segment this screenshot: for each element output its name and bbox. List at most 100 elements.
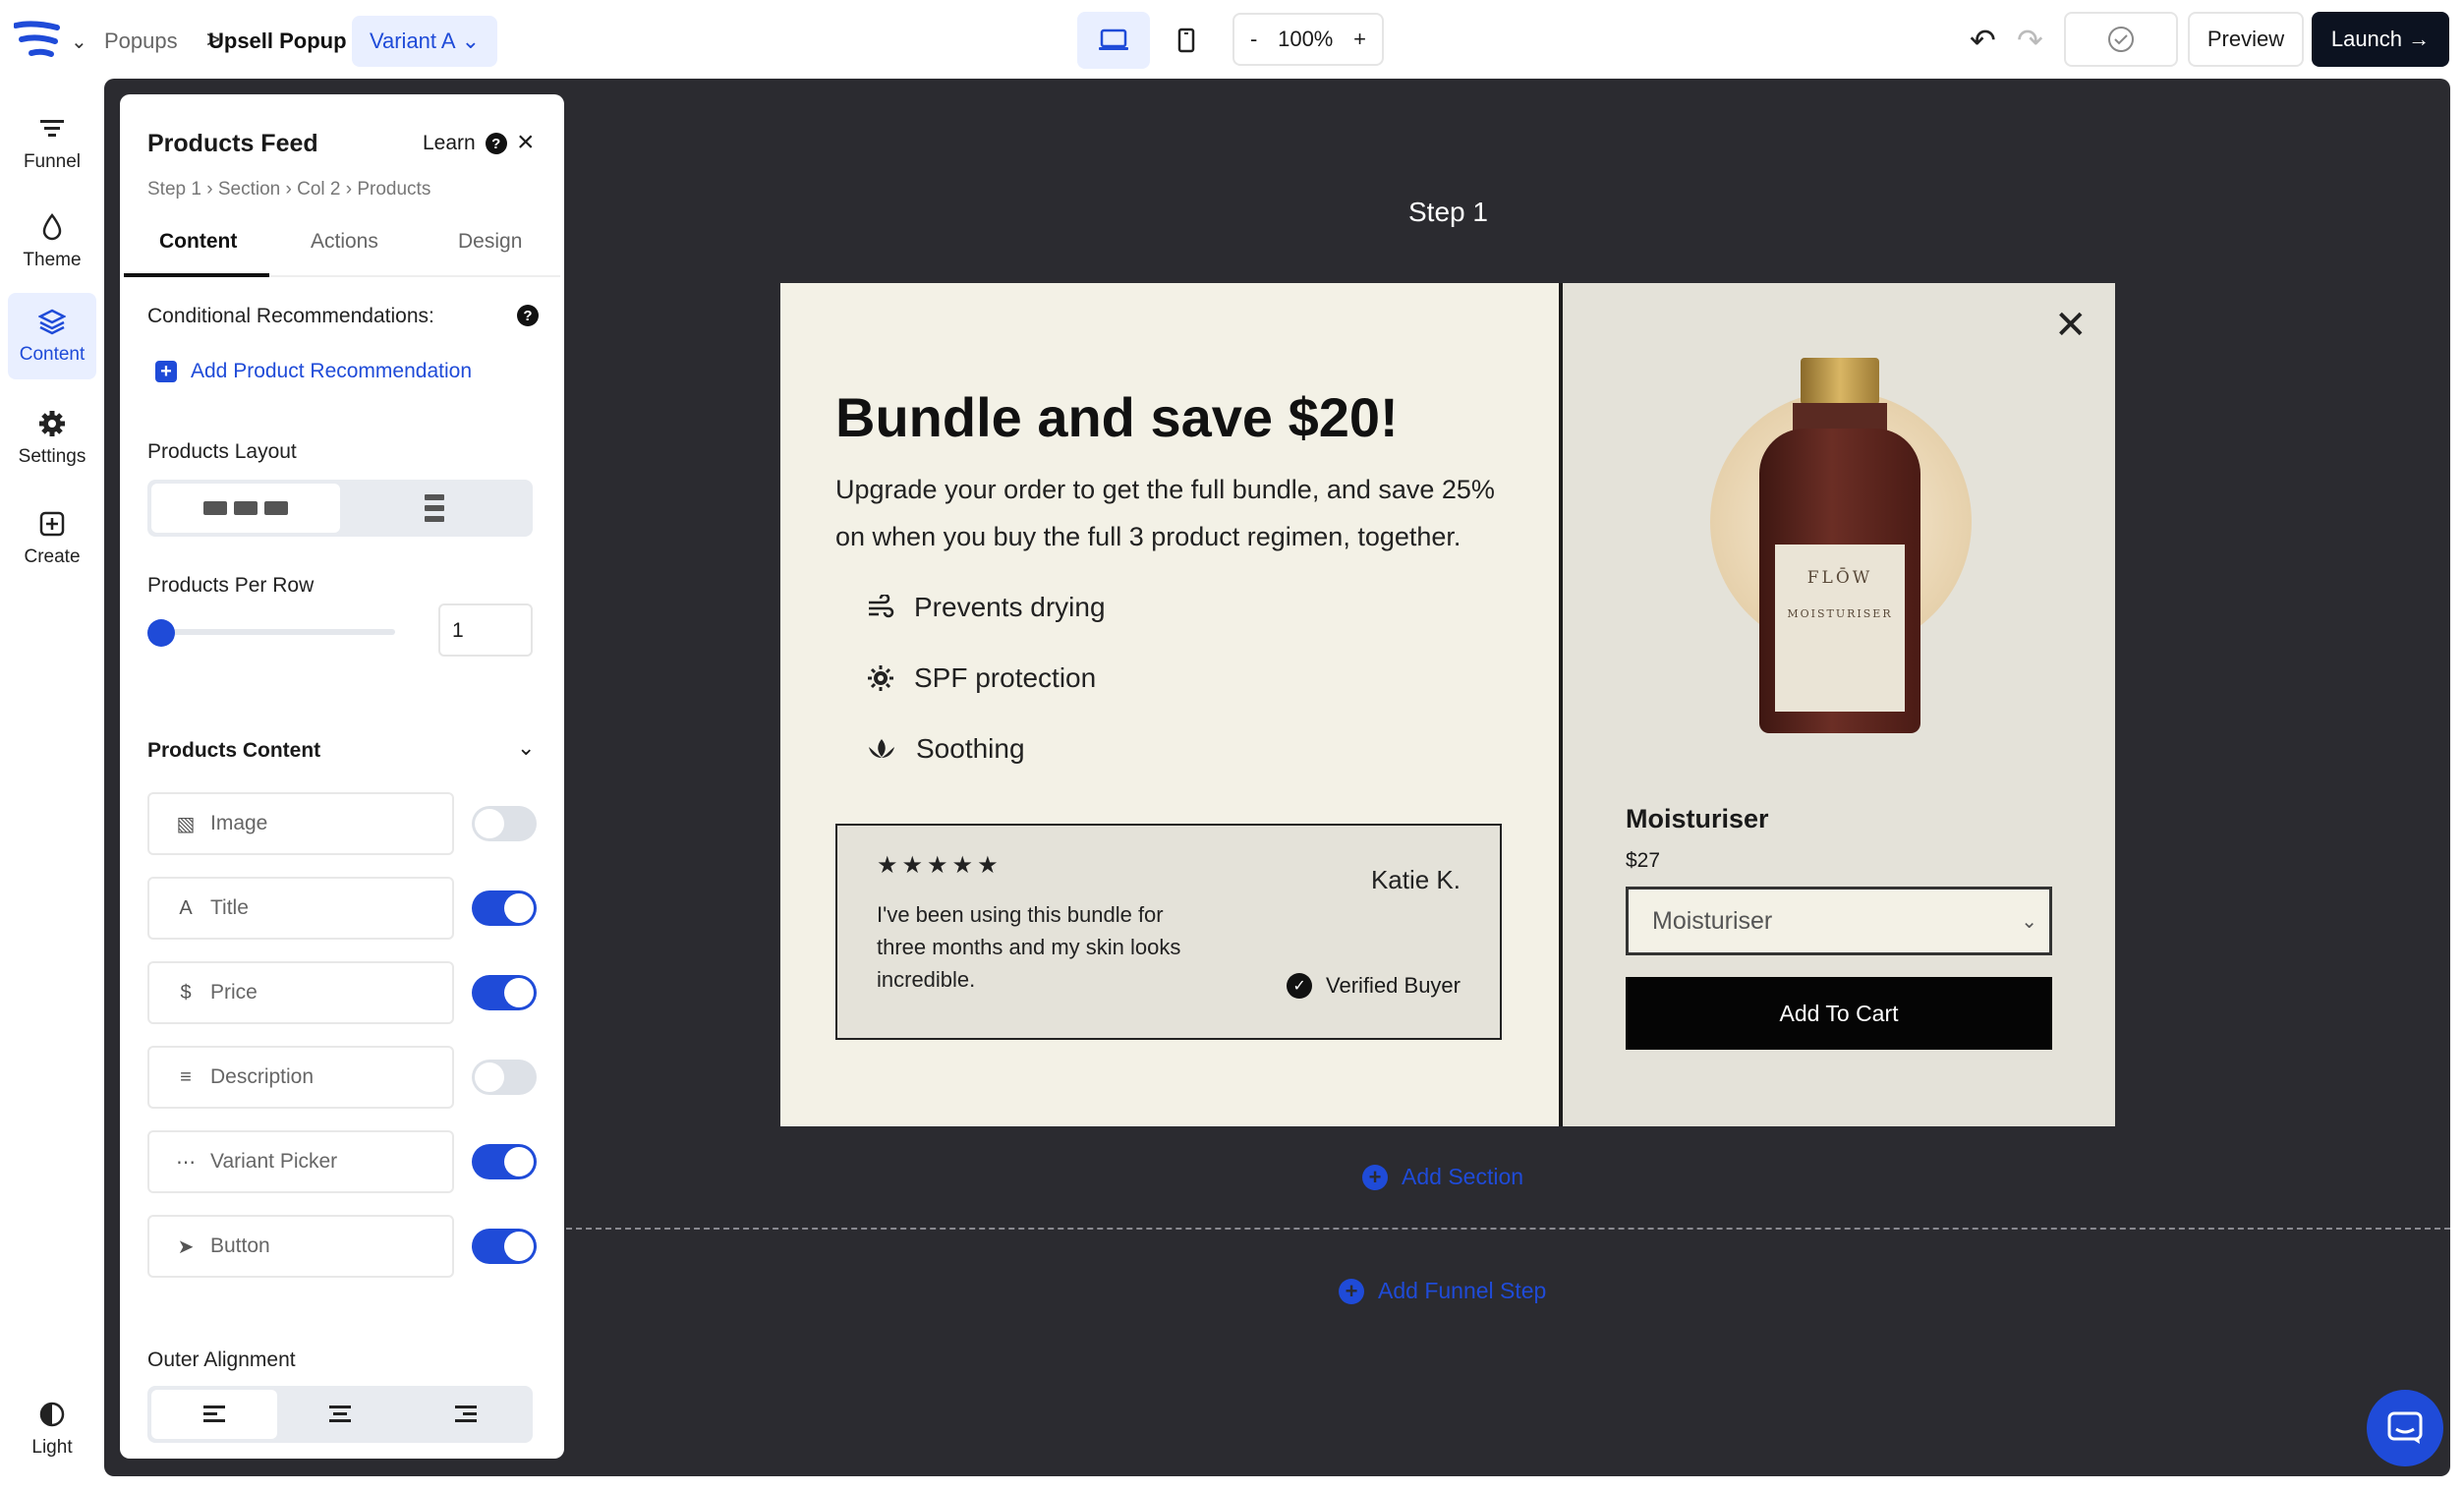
chevron-right-icon: ›: [206, 179, 218, 200]
content-row-label: Image: [210, 812, 268, 834]
variant-picker[interactable]: Moisturiser ⌄: [1626, 887, 2052, 955]
text-icon: A: [179, 896, 193, 919]
close-icon[interactable]: ✕: [2054, 303, 2088, 348]
content-row-title[interactable]: A Title: [147, 877, 454, 940]
button-toggle[interactable]: [472, 1229, 537, 1264]
product-image-cap: [1801, 358, 1879, 405]
lotus-icon: [869, 739, 894, 758]
feature-item[interactable]: Prevents drying: [867, 592, 1106, 623]
chevron-right-icon: ›: [345, 179, 358, 200]
mobile-icon: [1177, 28, 1195, 53]
preview-button[interactable]: Preview: [2188, 12, 2304, 67]
rail-item-theme[interactable]: Theme: [8, 199, 96, 285]
content-row-variant-picker[interactable]: ⋯ Variant Picker: [147, 1130, 454, 1193]
rail-label: Create: [24, 546, 81, 567]
content-row-description[interactable]: ≡ Description: [147, 1046, 454, 1109]
toggle-knob: [504, 1147, 534, 1176]
step-label: Step 1: [1408, 197, 1488, 227]
align-center-option[interactable]: [277, 1390, 403, 1439]
feature-item[interactable]: Soothing: [867, 733, 1025, 765]
panel-title: Products Feed: [147, 130, 318, 157]
products-layout-label: Products Layout: [147, 440, 297, 463]
review-stars: ★★★★★: [877, 852, 1003, 879]
review-card[interactable]: ★★★★★ I've been using this bundle for th…: [835, 824, 1502, 1040]
logo-menu-chevron-icon[interactable]: ⌄: [71, 29, 87, 54]
content-row-button[interactable]: ➤ Button: [147, 1215, 454, 1278]
product-title[interactable]: Moisturiser: [1626, 804, 1769, 834]
step-divider: [566, 1228, 2450, 1230]
panel-breadcrumb: Step 1 › Section › Col 2 › Products: [147, 179, 430, 201]
align-right-option[interactable]: [403, 1390, 529, 1439]
image-toggle[interactable]: [472, 806, 537, 841]
content-row-image[interactable]: ▧ Image: [147, 792, 454, 855]
breadcrumb-popups[interactable]: Popups: [104, 29, 178, 54]
add-to-cart-button[interactable]: Add To Cart: [1626, 977, 2052, 1050]
tab-actions[interactable]: Actions: [311, 230, 378, 254]
feature-item[interactable]: SPF protection: [867, 662, 1096, 694]
tab-content[interactable]: Content: [159, 230, 237, 254]
toggle-knob: [504, 978, 534, 1007]
align-center-icon: [329, 1406, 351, 1422]
redo-icon[interactable]: ↷: [2017, 22, 2043, 59]
popup-headline[interactable]: Bundle and save $20!: [835, 385, 1399, 449]
image-icon: ▧: [176, 813, 196, 835]
rail-item-create[interactable]: Create: [8, 495, 96, 582]
add-section-button[interactable]: + Add Section: [1362, 1164, 1523, 1190]
help-icon[interactable]: ?: [517, 305, 539, 326]
panel-tabs: Content Actions Design: [124, 218, 560, 277]
popup-subtext[interactable]: Upgrade your order to get the full bundl…: [835, 466, 1504, 560]
logo-icon[interactable]: [14, 20, 63, 61]
per-row-slider-track[interactable]: [159, 629, 395, 635]
active-tab-indicator: [124, 273, 269, 277]
add-product-recommendation-button[interactable]: + Add Product Recommendation: [155, 360, 472, 383]
chat-icon: [2387, 1411, 2423, 1444]
description-toggle[interactable]: [472, 1060, 537, 1095]
list-layout-icon: [425, 494, 444, 522]
product-image-neck: [1793, 403, 1887, 430]
variant-selector[interactable]: Variant A ⌄: [352, 16, 497, 67]
rail-item-settings[interactable]: Settings: [8, 395, 96, 482]
sun-icon: [868, 665, 893, 691]
align-left-icon: ≡: [180, 1065, 192, 1088]
crumb-section[interactable]: Section: [218, 179, 280, 200]
learn-label: Learn: [423, 132, 476, 154]
funnel-icon: [37, 114, 67, 143]
desktop-view-button[interactable]: [1077, 12, 1150, 69]
add-funnel-step-button[interactable]: + Add Funnel Step: [1339, 1278, 1546, 1304]
popup-left-column[interactable]: Bundle and save $20! Upgrade your order …: [780, 283, 1559, 1126]
content-row-label: Price: [210, 981, 258, 1004]
chevron-down-icon[interactable]: ⌄: [517, 735, 535, 761]
align-left-option[interactable]: [151, 1390, 277, 1439]
chat-support-button[interactable]: [2367, 1390, 2443, 1466]
products-feed-panel: Products Feed Learn ? × Step 1 › Section…: [120, 94, 564, 1459]
learn-link[interactable]: Learn ?: [423, 132, 507, 155]
undo-icon[interactable]: ↶: [1970, 22, 1996, 59]
tab-design[interactable]: Design: [458, 230, 522, 254]
theme-toggle[interactable]: Light: [8, 1386, 96, 1472]
product-price[interactable]: $27: [1626, 849, 1660, 873]
per-row-input[interactable]: 1: [438, 603, 533, 657]
popup-right-column[interactable]: ✕ FLŌW MOISTURISER Moisturiser $27 Moist…: [1563, 283, 2115, 1126]
layout-grid-option[interactable]: [151, 484, 340, 533]
rail-item-funnel[interactable]: Funnel: [8, 100, 96, 187]
variant-label: Variant A: [369, 29, 456, 53]
content-row-label: Button: [210, 1234, 270, 1257]
content-row-price[interactable]: $ Price: [147, 961, 454, 1024]
rail-item-content[interactable]: Content: [8, 293, 96, 379]
zoom-control: - 100% +: [1232, 13, 1384, 66]
price-toggle[interactable]: [472, 975, 537, 1010]
publish-check-button[interactable]: [2064, 12, 2178, 67]
title-toggle[interactable]: [472, 890, 537, 926]
launch-button[interactable]: Launch →: [2312, 12, 2449, 67]
zoom-out-button[interactable]: -: [1250, 27, 1257, 52]
layout-list-option[interactable]: [340, 484, 529, 533]
crumb-col[interactable]: Col 2: [297, 179, 340, 200]
zoom-in-button[interactable]: +: [1353, 27, 1366, 52]
plus-circle-icon: +: [1362, 1164, 1388, 1190]
variant-picker-toggle[interactable]: [472, 1144, 537, 1179]
per-row-slider-handle[interactable]: [147, 619, 175, 647]
mobile-view-button[interactable]: [1150, 12, 1223, 69]
contrast-icon: [37, 1400, 67, 1429]
close-icon[interactable]: ×: [517, 126, 535, 159]
crumb-step[interactable]: Step 1: [147, 179, 201, 200]
